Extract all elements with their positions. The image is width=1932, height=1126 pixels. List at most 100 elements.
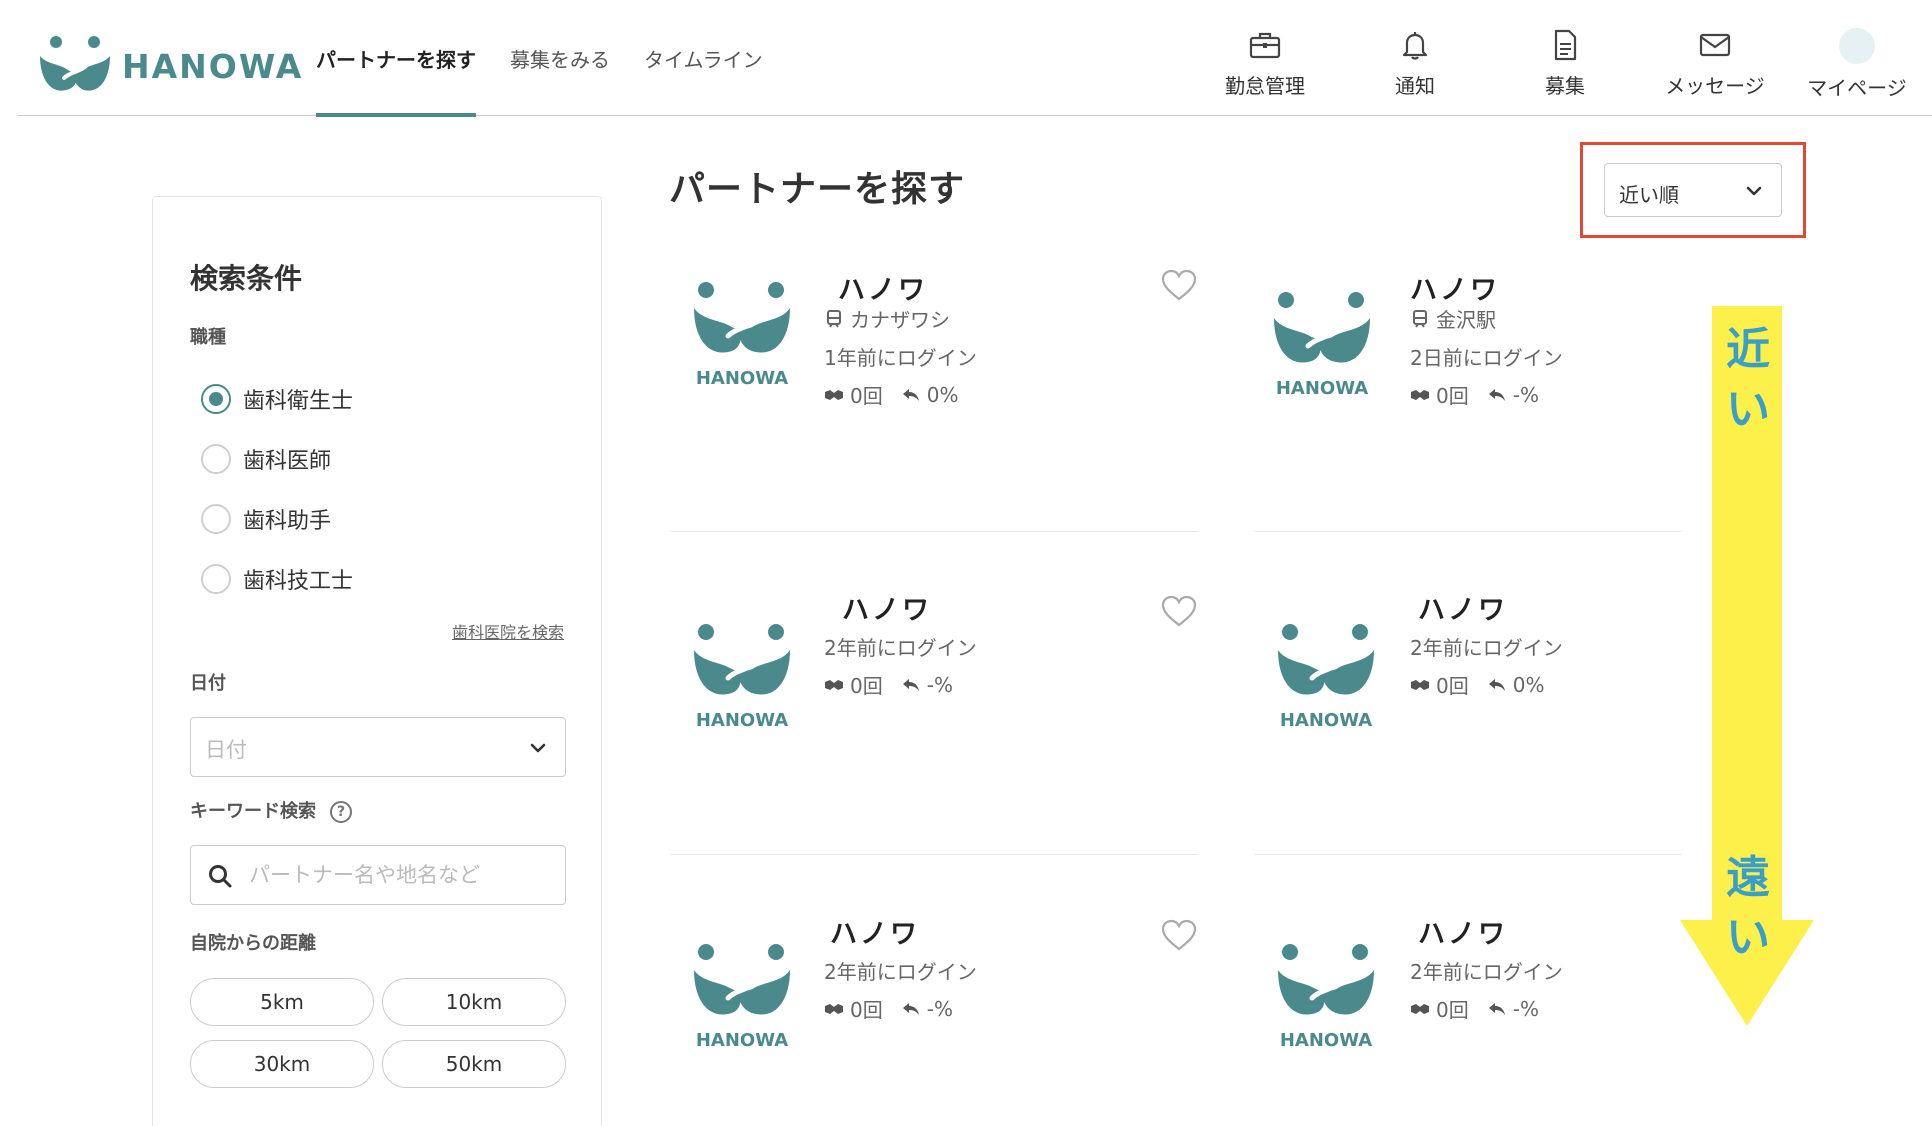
partner-card[interactable]: HANOWA ハノワ カナザワシ 1年前にログイン 0回 0% (670, 268, 1198, 568)
nav-notifications-label: 通知 (1395, 74, 1435, 98)
nav-attendance[interactable]: 勤怠管理 (1190, 28, 1340, 99)
reply-rate: -% (1512, 382, 1539, 407)
nav-recruitment[interactable]: 募集 (1490, 28, 1640, 99)
partner-stats: 0回 -% (824, 994, 953, 1023)
job-type-label: 職種 (190, 327, 226, 348)
partner-name: ハノワ (1410, 275, 1500, 306)
work-count: 0回 (850, 384, 883, 408)
reply-icon (1488, 1002, 1505, 1015)
hanowa-logo-icon (40, 36, 110, 91)
partner-card[interactable]: HANOWA ハノワ 2年前にログイン 0回 -% (670, 588, 1198, 888)
partner-name: ハノワ (1418, 595, 1508, 626)
tab-timeline[interactable]: タイムライン (627, 0, 780, 116)
chevron-down-icon (1746, 186, 1762, 196)
station-name: 金沢駅 (1436, 308, 1496, 332)
partner-name: ハノワ (830, 919, 920, 950)
nav-notifications[interactable]: 通知 (1340, 28, 1490, 99)
partner-stats: 0回 0% (824, 380, 958, 409)
handshake-icon (825, 1003, 843, 1014)
reply-icon (902, 678, 919, 691)
work-count: 0回 (1436, 674, 1469, 698)
handshake-icon (1411, 1003, 1429, 1014)
work-count: 0回 (850, 674, 883, 698)
distance-10km-button[interactable]: 10km (382, 978, 566, 1026)
search-filter-panel: 検索条件 職種 歯科衛生士 歯科医師 歯科助手 歯科技工士 歯科医院を検索 日付… (152, 196, 602, 1126)
nav-mypage[interactable]: マイページ (1782, 28, 1932, 101)
partner-card[interactable]: HANOWA ハノワ 2年前にログイン 0回 -% (670, 912, 1198, 1112)
heart-icon[interactable] (1160, 594, 1198, 628)
reply-icon (902, 388, 919, 401)
radio-unchecked[interactable] (201, 564, 231, 594)
reply-icon (902, 1002, 919, 1015)
heart-icon[interactable] (1160, 918, 1198, 952)
keyword-label: キーワード検索 (190, 801, 316, 822)
bell-icon (1402, 32, 1428, 60)
help-icon[interactable]: ? (330, 801, 352, 823)
far-label: 遠い (1726, 852, 1770, 963)
work-count: 0回 (1436, 998, 1469, 1022)
distance-5km-button[interactable]: 5km (190, 978, 374, 1026)
job-option-dentist[interactable]: 歯科医師 (201, 443, 331, 475)
chevron-down-icon (530, 743, 546, 753)
partner-avatar-logo: HANOWA (1278, 944, 1374, 1050)
date-label: 日付 (190, 673, 226, 694)
tab-view-recruitment[interactable]: 募集をみる (493, 0, 627, 116)
handshake-icon (1411, 389, 1429, 400)
distance-30km-button[interactable]: 30km (190, 1040, 374, 1088)
keyword-search[interactable] (190, 845, 566, 905)
document-icon (1554, 29, 1577, 61)
keyword-input[interactable] (249, 856, 549, 894)
search-icon (209, 865, 232, 888)
avatar (1839, 28, 1875, 64)
partner-avatar-logo: HANOWA (694, 944, 790, 1050)
job-option-dental-technician[interactable]: 歯科技工士 (201, 563, 353, 595)
work-count: 0回 (850, 998, 883, 1022)
handshake-icon (825, 389, 843, 400)
reply-rate: 0% (926, 382, 959, 407)
partner-station: カナザワシ (824, 304, 950, 333)
distance-label: 自院からの距離 (190, 933, 316, 954)
card-divider (670, 531, 1198, 532)
distance-50km-button[interactable]: 50km (382, 1040, 566, 1088)
reply-rate: 0% (1512, 672, 1545, 697)
partner-last-login: 2年前にログイン (824, 636, 977, 660)
card-divider (1254, 531, 1682, 532)
reply-rate: -% (926, 996, 953, 1021)
sort-select[interactable]: 近い順 (1604, 163, 1782, 217)
keyword-label-row: キーワード検索? (190, 797, 352, 823)
near-label: 近い (1726, 324, 1770, 435)
partner-avatar-logo: HANOWA (1274, 292, 1370, 398)
date-select[interactable]: 日付 (190, 717, 566, 777)
envelope-icon (1699, 33, 1731, 57)
partner-avatar-logo: HANOWA (694, 282, 790, 388)
logo-text: HANOWA (1280, 710, 1372, 730)
job-option-label: 歯科助手 (243, 509, 332, 534)
reply-icon (1488, 388, 1505, 401)
radio-checked[interactable] (201, 384, 231, 414)
nav-messages-label: メッセージ (1665, 74, 1765, 98)
train-icon (1413, 309, 1427, 328)
brand-name: HANOWA (122, 46, 304, 86)
logo-text: HANOWA (1280, 1030, 1372, 1050)
station-name: カナザワシ (850, 308, 950, 332)
partner-avatar-logo: HANOWA (694, 624, 790, 730)
partner-last-login: 1年前にログイン (824, 346, 977, 370)
job-option-dental-assistant[interactable]: 歯科助手 (201, 503, 331, 535)
logo-text: HANOWA (696, 1030, 788, 1050)
logo-text: HANOWA (696, 368, 788, 388)
tab-find-partner[interactable]: パートナーを探す (299, 0, 493, 117)
handshake-icon (825, 679, 843, 690)
radio-unchecked[interactable] (201, 504, 231, 534)
job-option-label: 歯科医師 (243, 449, 332, 474)
brand-logo[interactable]: HANOWA (34, 34, 303, 98)
partner-last-login: 2年前にログイン (1410, 636, 1563, 660)
logo-text: HANOWA (1276, 378, 1368, 398)
heart-icon[interactable] (1160, 268, 1198, 302)
partner-name: ハノワ (838, 275, 928, 306)
search-clinic-link[interactable]: 歯科医院を検索 (452, 619, 564, 643)
job-option-dental-hygienist[interactable]: 歯科衛生士 (201, 383, 353, 415)
radio-unchecked[interactable] (201, 444, 231, 474)
partner-station: 金沢駅 (1410, 304, 1496, 333)
logo-text: HANOWA (696, 710, 788, 730)
nav-messages[interactable]: メッセージ (1640, 28, 1790, 99)
